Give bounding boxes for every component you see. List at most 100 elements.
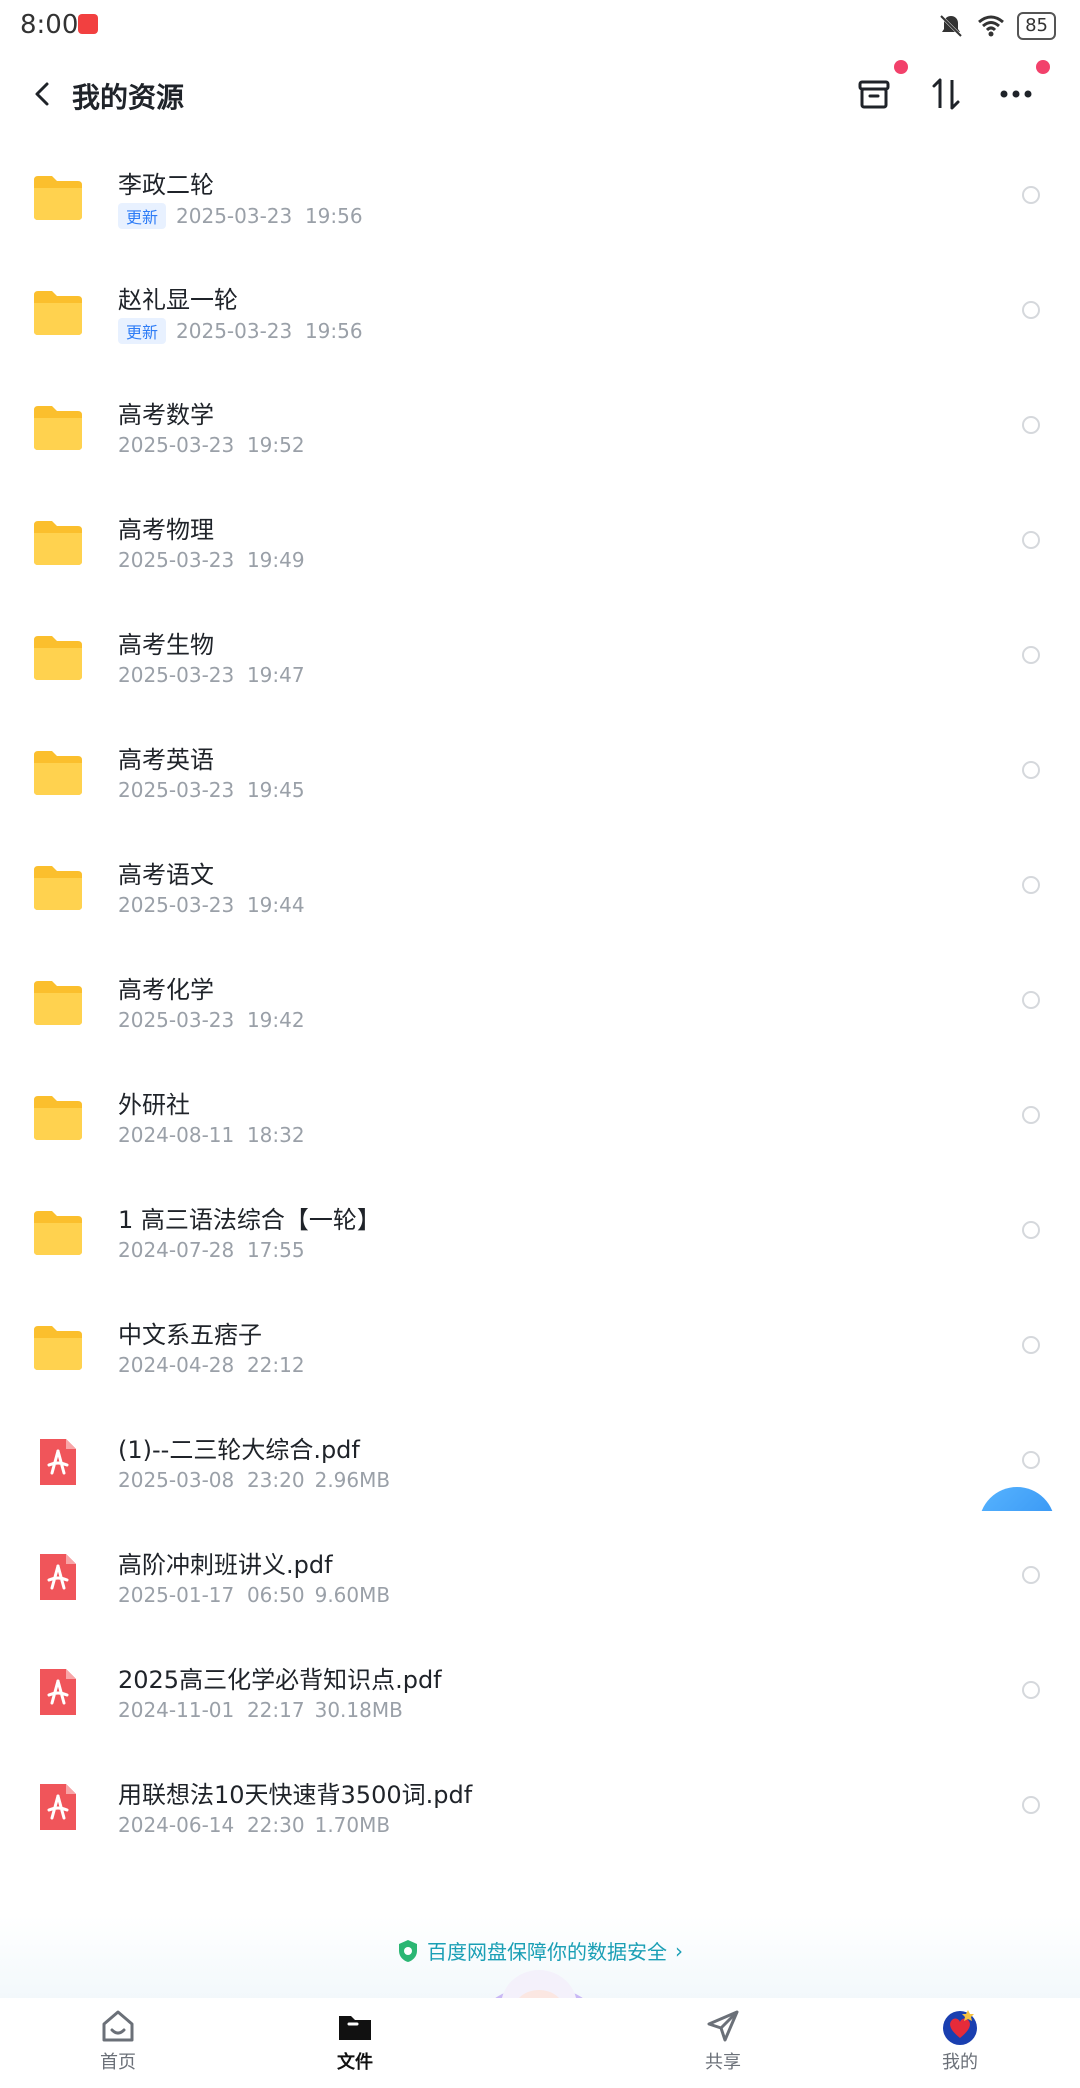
tab-share-label: 共享 (705, 2052, 741, 2073)
select-radio[interactable] (1022, 1106, 1040, 1124)
folder-row[interactable]: 高考数学 2025-03-23 19:52 (0, 369, 1080, 484)
select-radio[interactable] (1022, 761, 1040, 779)
item-date: 2025-03-23 19:56 (176, 204, 363, 228)
tab-share[interactable]: 共享 (663, 2006, 783, 2074)
select-radio[interactable] (1022, 1796, 1040, 1814)
select-radio[interactable] (1022, 876, 1040, 894)
select-radio[interactable] (1022, 531, 1040, 549)
folder-row[interactable]: 高考语文 2025-03-23 19:44 (0, 829, 1080, 944)
select-radio[interactable] (1022, 1566, 1040, 1584)
tab-mine[interactable]: 我的 (900, 2006, 1020, 2074)
status-right: 85 (937, 12, 1056, 40)
item-size: 2.96MB (314, 1468, 391, 1492)
item-meta: 2025-03-23 19:45 (118, 778, 305, 802)
folder-row[interactable]: 1 高三语法综合【一轮】 2024-07-28 17:55 (0, 1174, 1080, 1289)
folder-icon (32, 747, 84, 797)
item-meta: 2024-07-28 17:55 (118, 1238, 305, 1262)
file-row[interactable]: 高阶冲刺班讲义.pdf 2025-01-17 06:50 9.60MB (0, 1519, 1080, 1634)
item-size: 30.18MB (314, 1698, 403, 1722)
select-radio[interactable] (1022, 301, 1040, 319)
status-time: 8:00 (20, 10, 79, 40)
item-meta: 2025-01-17 06:50 9.60MB (118, 1583, 390, 1607)
tab-mine-label: 我的 (942, 2052, 978, 2073)
item-name: 高考生物 (118, 631, 214, 659)
item-name: 高考数学 (118, 401, 214, 429)
bell-muted-icon (940, 14, 963, 38)
item-date: 2024-07-28 17:55 (118, 1238, 305, 1262)
item-date: 2025-03-23 19:42 (118, 1008, 305, 1032)
folder-row[interactable]: 高考生物 2025-03-23 19:47 (0, 599, 1080, 714)
folder-row[interactable]: 中文系五痞子 2024-04-28 22:12 (0, 1289, 1080, 1404)
tab-files[interactable]: 文件 (295, 2006, 415, 2074)
item-name: 赵礼显一轮 (118, 286, 238, 314)
item-date: 2025-03-23 19:45 (118, 778, 305, 802)
folder-icon (32, 172, 84, 222)
select-radio[interactable] (1022, 646, 1040, 664)
item-meta: 更新 2025-03-23 19:56 (118, 318, 363, 344)
select-radio[interactable] (1022, 1681, 1040, 1699)
folder-icon (32, 632, 84, 682)
file-list: 李政二轮 更新 2025-03-23 19:56 赵礼显一轮更新 2025-03-23 … (0, 139, 1080, 1864)
item-date: 2025-03-23 19:47 (118, 663, 305, 687)
item-name: 中文系五痞子 (118, 1321, 262, 1349)
file-row[interactable]: (1)--二三轮大综合.pdf 2025-03-08 23:20 2.96MB (0, 1404, 1080, 1519)
item-name: 1 高三语法综合【一轮】 (118, 1206, 381, 1234)
item-date: 2025-01-17 06:50 (118, 1583, 305, 1607)
more-red-dot (1036, 60, 1050, 74)
item-date: 2025-03-08 23:20 (118, 1468, 305, 1492)
select-radio[interactable] (1022, 1336, 1040, 1354)
item-name: 2025高三化学必背知识点.pdf (118, 1666, 442, 1694)
folder-icon (32, 1322, 84, 1372)
chevron-right-icon: › (675, 1938, 683, 1963)
item-size: 1.70MB (314, 1813, 391, 1837)
folder-row[interactable]: 李政二轮 更新 2025-03-23 19:56 (0, 139, 1080, 254)
folder-icon (32, 977, 84, 1027)
item-meta: 2024-08-11 18:32 (118, 1123, 305, 1147)
item-name: 外研社 (118, 1091, 190, 1119)
folder-icon (32, 1207, 84, 1257)
item-name: 高考化学 (118, 976, 214, 1004)
folder-row[interactable]: 赵礼显一轮更新 2025-03-23 19:56 (0, 254, 1080, 369)
select-radio[interactable] (1022, 1451, 1040, 1469)
item-meta: 2024-06-14 22:30 1.70MB (118, 1813, 390, 1837)
tab-home-label: 首页 (100, 2052, 136, 2073)
item-date: 2025-03-23 19:49 (118, 548, 305, 572)
folder-row[interactable]: 高考化学 2025-03-23 19:42 (0, 944, 1080, 1059)
item-meta: 2025-03-23 19:49 (118, 548, 305, 572)
wifi-icon (978, 15, 1005, 37)
item-size: 9.60MB (314, 1583, 391, 1607)
folder-row[interactable]: 外研社 2024-08-11 18:32 (0, 1059, 1080, 1174)
item-name: 用联想法10天快速背3500词.pdf (118, 1781, 473, 1809)
file-row[interactable]: 2025高三化学必背知识点.pdf 2024-11-01 22:17 30.18MB (0, 1634, 1080, 1749)
select-radio[interactable] (1022, 416, 1040, 434)
back-arrow-icon[interactable] (22, 74, 62, 114)
file-row[interactable]: 用联想法10天快速背3500词.pdf 2024-06-14 22:30 1.70M… (0, 1749, 1080, 1864)
item-name: 高阶冲刺班讲义.pdf (118, 1551, 333, 1579)
folder-icon (32, 862, 84, 912)
status-bar: 8:00 85 (0, 0, 1080, 54)
item-meta: 2025-03-23 19:52 (118, 433, 305, 457)
more-icon[interactable] (994, 72, 1038, 116)
pdf-icon (32, 1667, 84, 1717)
item-date: 2025-03-23 19:56 (176, 319, 363, 343)
tab-files-label: 文件 (337, 2052, 373, 2073)
item-meta: 2025-03-23 19:42 (118, 1008, 305, 1032)
recycle-box-icon[interactable] (852, 72, 896, 116)
tab-home[interactable]: 首页 (58, 2006, 178, 2074)
folder-icon (32, 402, 84, 452)
folder-row[interactable]: 高考英语 2025-03-23 19:45 (0, 714, 1080, 829)
pdf-icon (32, 1552, 84, 1602)
select-radio[interactable] (1022, 1221, 1040, 1239)
item-meta: 2024-11-01 22:17 30.18MB (118, 1698, 403, 1722)
sort-icon[interactable] (924, 72, 968, 116)
item-date: 2025-03-23 19:52 (118, 433, 305, 457)
select-radio[interactable] (1022, 186, 1040, 204)
item-meta: 2025-03-23 19:47 (118, 663, 305, 687)
select-radio[interactable] (1022, 991, 1040, 1009)
update-badge: 更新 (118, 318, 167, 344)
folder-icon (32, 1092, 84, 1142)
item-name: (1)--二三轮大综合.pdf (118, 1436, 360, 1464)
folder-row[interactable]: 高考物理 2025-03-23 19:49 (0, 484, 1080, 599)
item-name: 高考物理 (118, 516, 214, 544)
item-name: 高考英语 (118, 746, 214, 774)
